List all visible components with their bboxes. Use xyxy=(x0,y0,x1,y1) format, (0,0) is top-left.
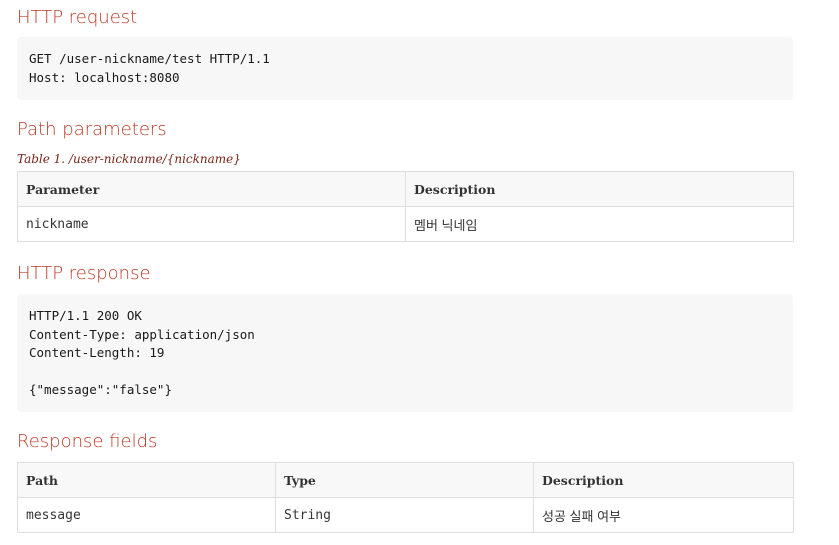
path-cell: message xyxy=(17,497,276,533)
path-parameters-table: Parameter Description nickname 멤버 닉네임 xyxy=(17,171,794,242)
response-fields-heading: Response fields xyxy=(17,431,158,452)
http-request-code-block: GET /user-nickname/test HTTP/1.1 Host: l… xyxy=(17,37,793,100)
type-cell: String xyxy=(275,497,534,533)
column-header-type: Type xyxy=(275,462,534,498)
http-response-code-block: HTTP/1.1 200 OK Content-Type: applicatio… xyxy=(17,294,793,412)
http-request-heading: HTTP request xyxy=(17,7,138,28)
response-fields-table: Path Type Description message String 성공 … xyxy=(17,462,794,533)
path-parameters-heading: Path parameters xyxy=(17,119,167,140)
table-row: message String 성공 실패 여부 xyxy=(17,497,794,533)
description-cell: 멤버 닉네임 xyxy=(405,206,794,242)
parameter-cell: nickname xyxy=(17,206,406,242)
column-header-description: Description xyxy=(533,462,794,498)
column-header-path: Path xyxy=(17,462,276,498)
code-line: Content-Type: application/json xyxy=(29,326,255,342)
code-line: HTTP/1.1 200 OK xyxy=(29,308,142,323)
table-header-row: Path Type Description xyxy=(17,462,794,498)
description-cell: 성공 실패 여부 xyxy=(533,497,794,533)
table-row: nickname 멤버 닉네임 xyxy=(17,206,794,242)
column-header-description: Description xyxy=(405,171,794,207)
code-line: {"message":"false"} xyxy=(29,382,172,397)
code-line: GET /user-nickname/test HTTP/1.1 xyxy=(29,51,270,66)
table-header-row: Parameter Description xyxy=(17,171,794,207)
code-line: Host: localhost:8080 xyxy=(29,69,180,85)
http-response-heading: HTTP response xyxy=(17,263,151,284)
table-caption: Table 1. /user-nickname/{nickname} xyxy=(17,152,241,166)
code-line: Content-Length: 19 xyxy=(29,345,165,360)
column-header-parameter: Parameter xyxy=(17,171,406,207)
